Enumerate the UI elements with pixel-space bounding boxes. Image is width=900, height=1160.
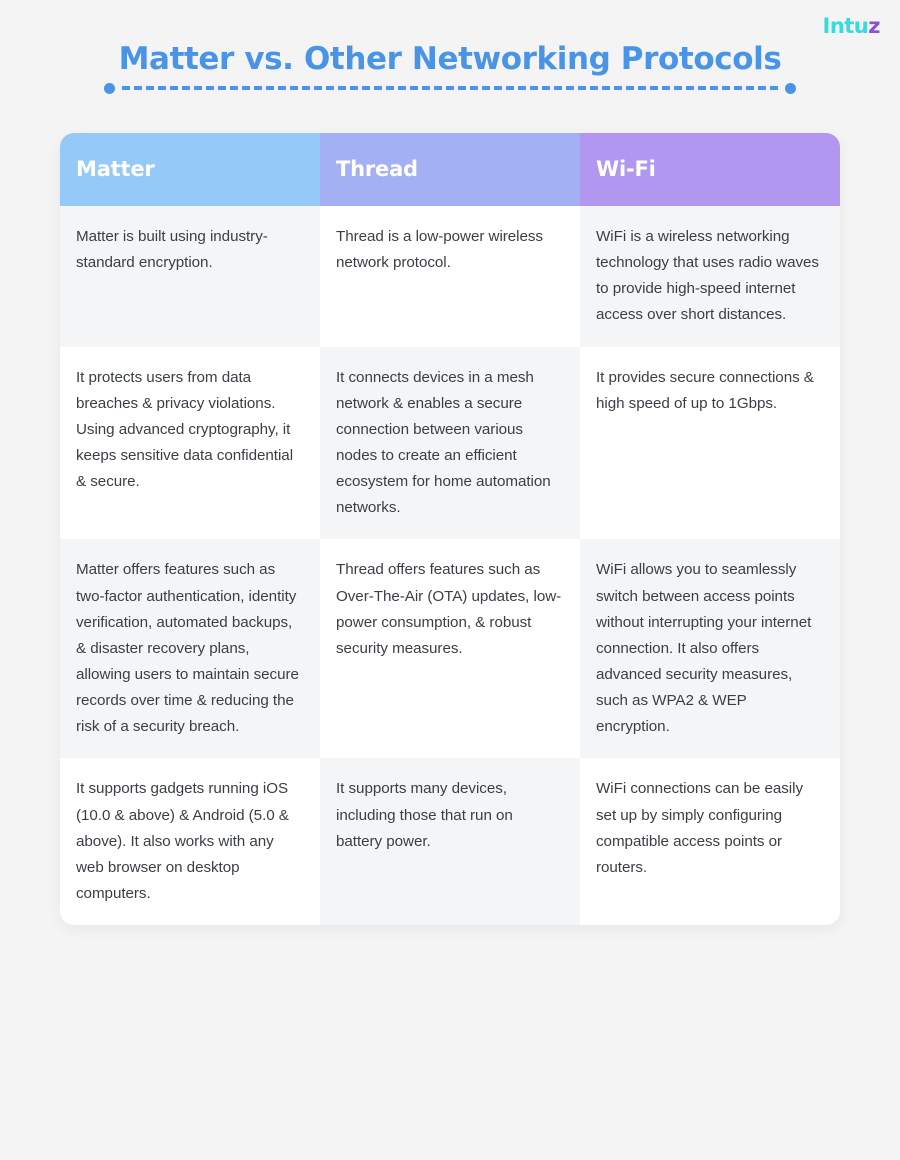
cell-thread: Thread offers features such as Over-The-…	[320, 539, 580, 759]
cell-wifi: WiFi connections can be easily set up by…	[580, 758, 840, 926]
logo-text-accent: z	[868, 14, 880, 38]
table-row: Matter is built using industry- standard…	[60, 206, 840, 347]
title-container: Matter vs. Other Networking Protocols	[0, 40, 900, 79]
table-body: Matter is built using industry- standard…	[60, 206, 840, 926]
infographic-page: Intuz Matter vs. Other Networking Protoc…	[0, 0, 900, 1160]
column-header-wifi: Wi-Fi	[580, 133, 840, 206]
divider-dot-left	[104, 82, 115, 94]
cell-matter: Matter is built using industry- standard…	[60, 206, 320, 347]
dashed-divider	[104, 82, 796, 94]
table-row: Matter offers features such as two-facto…	[60, 539, 840, 759]
cell-wifi: WiFi is a wireless networking technology…	[580, 206, 840, 347]
cell-matter: It supports gadgets running iOS (10.0 & …	[60, 758, 320, 926]
cell-wifi: WiFi allows you to seamlessly switch bet…	[580, 539, 840, 759]
table-header-row: Matter Thread Wi-Fi	[60, 133, 840, 206]
column-header-matter: Matter	[60, 133, 320, 206]
cell-matter: It protects users from data breaches & p…	[60, 346, 320, 540]
divider-dot-right	[785, 82, 796, 94]
cell-thread: It supports many devices, including thos…	[320, 758, 580, 926]
cell-wifi: It provides secure connections & high sp…	[580, 346, 840, 540]
logo-text-main: Intu	[822, 14, 869, 38]
column-header-thread: Thread	[320, 133, 580, 206]
divider-dash-line	[122, 86, 778, 90]
cell-matter: Matter offers features such as two-facto…	[60, 539, 320, 759]
cell-thread: Thread is a low-power wireless network p…	[320, 206, 580, 347]
table-row: It protects users from data breaches & p…	[60, 346, 840, 540]
intuz-logo: Intuz	[823, 16, 881, 37]
page-title: Matter vs. Other Networking Protocols	[118, 41, 782, 77]
comparison-table: Matter Thread Wi-Fi Matter is built usin…	[60, 133, 840, 926]
table-row: It supports gadgets running iOS (10.0 & …	[60, 758, 840, 926]
cell-thread: It connects devices in a mesh network & …	[320, 346, 580, 540]
